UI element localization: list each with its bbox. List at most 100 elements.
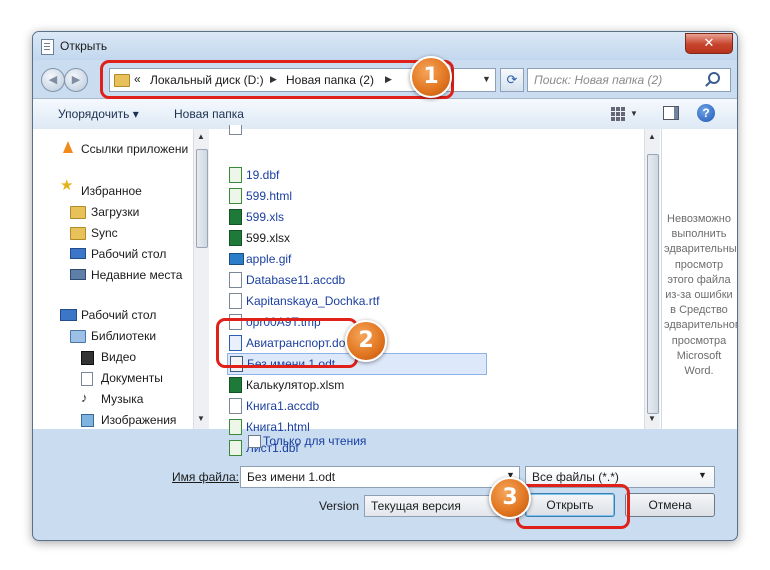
filename-label: Имя файла: <box>172 470 239 484</box>
navigation-scrollbar[interactable]: ▲ ▼ <box>193 129 209 429</box>
scroll-thumb[interactable] <box>196 149 208 248</box>
sidebar-item-downloads[interactable]: Загрузки <box>91 205 139 219</box>
file-name: apple.gif <box>246 252 292 266</box>
readonly-label[interactable]: Только для чтения <box>263 434 366 448</box>
scroll-up-icon[interactable]: ▲ <box>197 132 205 141</box>
version-label: Version <box>319 499 360 513</box>
sidebar-item-favorites[interactable]: Избранное <box>81 184 142 198</box>
preview-pane-icon[interactable] <box>663 106 679 120</box>
sidebar-item-desktop-root[interactable]: Рабочий стол <box>81 308 156 322</box>
view-dropdown-icon[interactable]: ▼ <box>630 109 638 118</box>
file-name: Книга1.html <box>246 420 310 434</box>
sidebar-item-sync[interactable]: Sync <box>91 226 118 240</box>
scroll-up-icon[interactable]: ▲ <box>648 132 656 141</box>
filename-field[interactable]: Без имени 1.odt ▼ <box>240 466 520 488</box>
excel-icon <box>229 230 242 246</box>
file-list-scrollbar[interactable]: ▲ ▼ <box>644 129 660 429</box>
desktop-icon <box>70 248 86 259</box>
list-item[interactable]: Kapitanskaya_Dochka.rtf <box>229 291 449 311</box>
cone-icon <box>61 141 75 153</box>
video-icon <box>81 351 94 365</box>
close-button[interactable]: ✕ <box>685 33 733 54</box>
file-list: 19.dbf 599.html 599.xls 599.xlsx apple.g… <box>210 125 650 456</box>
document-icon <box>81 372 93 386</box>
title-bar: Открыть ✕ <box>33 32 737 60</box>
window-title: Открыть <box>60 39 108 53</box>
callout-open-highlight <box>516 484 630 529</box>
file-name: Database11.accdb <box>246 273 346 287</box>
list-item[interactable]: apple.gif <box>229 249 449 269</box>
view-grid-icon[interactable] <box>611 107 625 121</box>
file-name: Kapitanskaya_Dochka.rtf <box>246 294 380 308</box>
new-folder-button[interactable]: Новая папка <box>174 107 244 121</box>
file-name: 599.xls <box>246 210 285 224</box>
sidebar-item-desktop[interactable]: Рабочий стол <box>91 247 166 261</box>
desktop-icon <box>60 309 77 321</box>
scroll-down-icon[interactable]: ▼ <box>197 414 205 423</box>
open-dialog: Открыть ✕ ◀ ▶ « Локальный диск (D:) ▶ Но… <box>32 31 738 541</box>
sidebar-item-recent[interactable]: Недавние места <box>91 268 182 282</box>
recent-icon <box>70 269 86 280</box>
search-placeholder: Поиск: Новая папка (2) <box>534 73 663 87</box>
list-item[interactable]: 19.dbf <box>229 165 449 185</box>
library-icon <box>70 330 86 343</box>
spreadsheet-icon <box>229 440 242 456</box>
list-item[interactable]: Книга1.accdb <box>229 396 449 416</box>
image-icon <box>81 414 94 427</box>
step-badge-1: 1 <box>410 56 452 98</box>
star-icon: ★ <box>60 177 74 194</box>
refresh-button[interactable]: ⟳ <box>500 68 524 92</box>
step-badge-3: 3 <box>489 477 531 519</box>
gif-icon <box>229 253 244 265</box>
preview-error-message: Невозможно выполнить эдварительный просм… <box>664 213 738 378</box>
cancel-button[interactable]: Отмена <box>625 493 715 517</box>
filetype-value: Все файлы (*.*) <box>532 470 619 484</box>
back-arrow-icon[interactable]: ◀ <box>41 68 65 92</box>
version-value: Текущая версия <box>371 499 461 513</box>
excel-icon <box>229 209 242 225</box>
file-name: Книга1.accdb <box>246 399 320 413</box>
list-item[interactable]: 599.html <box>229 186 449 206</box>
scroll-thumb[interactable] <box>647 154 659 414</box>
chevron-down-icon[interactable]: ▼ <box>698 470 707 480</box>
spreadsheet-icon <box>229 419 242 435</box>
list-item[interactable]: 599.xls <box>229 207 449 227</box>
folder-icon <box>70 206 86 219</box>
organize-button[interactable]: Упорядочить ▾ <box>58 107 139 121</box>
callout-address-highlight <box>100 60 454 99</box>
file-icon <box>229 398 242 414</box>
chevron-down-icon[interactable]: ▼ <box>482 74 491 84</box>
list-item[interactable]: Калькулятор.xlsm <box>229 375 449 395</box>
content-area: Ссылки приложени ★ Избранное Загрузки Sy… <box>33 125 738 456</box>
sidebar-item-documents[interactable]: Документы <box>101 371 163 385</box>
folder-icon <box>70 227 86 240</box>
list-item[interactable] <box>229 125 349 145</box>
file-name: 19.dbf <box>246 168 280 182</box>
readonly-checkbox[interactable] <box>248 435 261 448</box>
file-icon <box>229 125 242 135</box>
scroll-down-icon[interactable]: ▼ <box>648 414 656 423</box>
forward-arrow-icon[interactable]: ▶ <box>64 68 88 92</box>
search-input[interactable]: Поиск: Новая папка (2) <box>527 68 731 92</box>
search-icon[interactable] <box>708 72 720 84</box>
file-name: Калькулятор.xlsm <box>246 378 345 392</box>
list-item[interactable]: 599.xlsx <box>229 228 449 248</box>
sidebar-item-app-links[interactable]: Ссылки приложени <box>81 142 188 156</box>
document-icon <box>41 39 54 55</box>
sidebar-item-music[interactable]: Музыка <box>101 392 143 406</box>
spreadsheet-icon <box>229 188 242 204</box>
sidebar-item-libraries[interactable]: Библиотеки <box>91 329 156 343</box>
sidebar-item-video[interactable]: Видео <box>101 350 136 364</box>
callout-file-highlight <box>216 318 358 368</box>
file-name: 599.xlsx <box>246 231 291 245</box>
step-badge-2: 2 <box>345 320 387 362</box>
sidebar-item-images[interactable]: Изображения <box>101 413 176 427</box>
navigation-pane: Ссылки приложени ★ Избранное Загрузки Sy… <box>33 129 194 429</box>
spreadsheet-icon <box>229 167 242 183</box>
list-item[interactable]: Database11.accdb <box>229 270 449 290</box>
music-icon: ♪ <box>81 390 88 405</box>
file-name: 599.html <box>246 189 293 203</box>
file-icon <box>229 293 242 309</box>
help-icon[interactable]: ? <box>697 104 715 122</box>
excel-icon <box>229 377 242 393</box>
